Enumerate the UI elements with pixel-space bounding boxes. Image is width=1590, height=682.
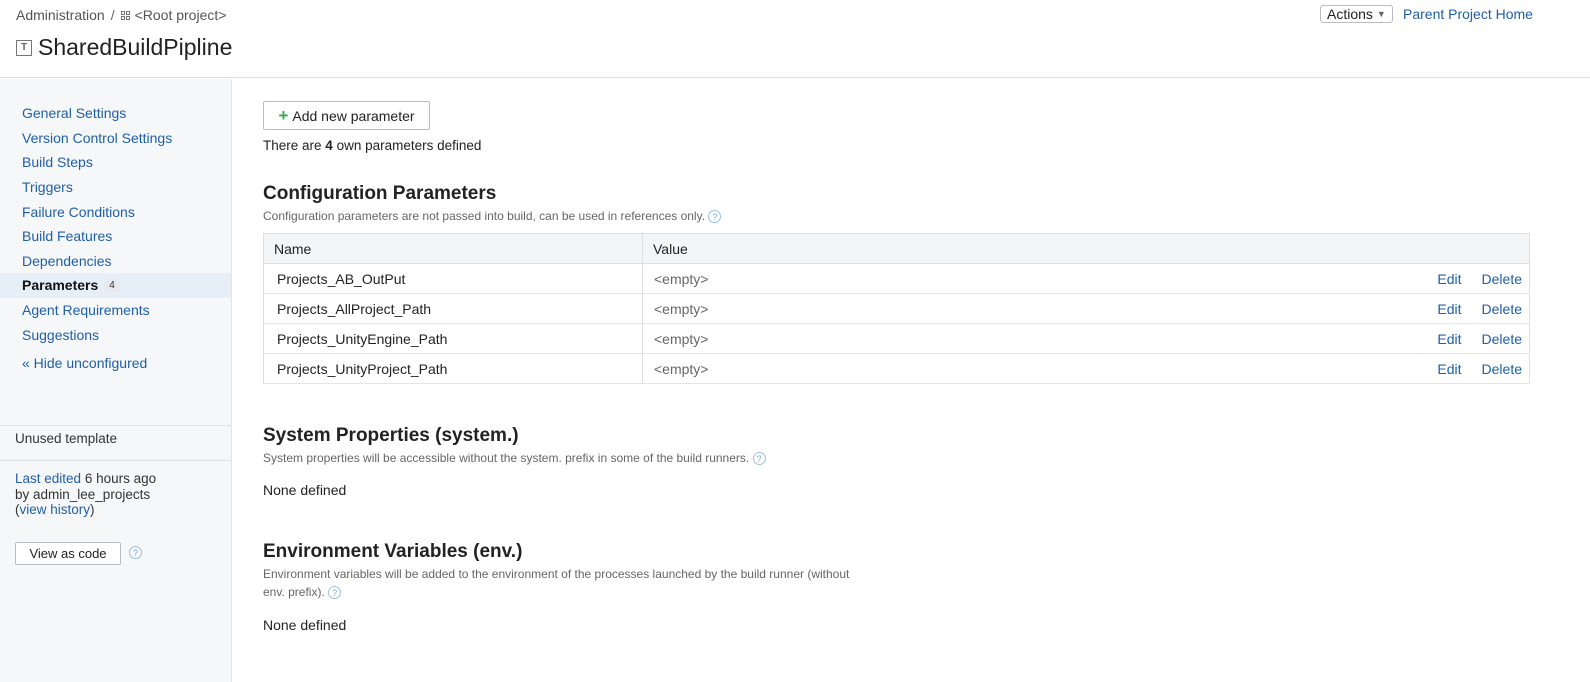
table-row: Projects_UnityEngine_Path <empty> Edit De… <box>263 323 1530 354</box>
system-properties-empty: None defined <box>263 482 347 498</box>
sidebar-item-label: General Settings <box>22 105 127 122</box>
description-text: Environment variables will be added to t… <box>263 567 850 581</box>
sidebar-item-dependencies[interactable]: Dependencies <box>0 249 231 274</box>
hide-unconfigured-link[interactable]: « Hide unconfigured <box>22 355 147 371</box>
table-row: Projects_UnityProject_Path <empty> Edit D… <box>263 353 1530 384</box>
view-history-link[interactable]: view history <box>20 502 91 517</box>
sidebar-divider <box>0 425 231 426</box>
sidebar-item-failure-conditions[interactable]: Failure Conditions <box>0 199 231 224</box>
sidebar-item-label: Build Steps <box>22 154 93 171</box>
last-edited-info: Last edited 6 hours ago by admin_lee_pro… <box>15 471 157 517</box>
table-row: Projects_AllProject_Path <empty> Edit Del… <box>263 293 1530 324</box>
help-icon[interactable]: ? <box>328 586 342 600</box>
column-header-value: Value <box>642 233 1530 264</box>
parameters-panel: + Add new parameter There are 4 own para… <box>263 79 1553 682</box>
environment-variables-heading: Environment Variables (env.) <box>263 541 523 562</box>
parameter-count-text: There are 4 own parameters defined <box>263 138 481 153</box>
configuration-parameters-table: Name Value Projects_AB_OutPut <empty> Ed… <box>263 233 1530 384</box>
sidebar-item-label: Agent Requirements <box>22 302 150 319</box>
project-grid-icon <box>120 10 130 20</box>
column-header-name: Name <box>263 233 643 264</box>
help-icon[interactable]: ? <box>708 210 722 224</box>
parameter-name[interactable]: Projects_UnityProject_Path <box>263 353 643 384</box>
breadcrumb-separator: / <box>110 7 115 23</box>
sidebar-item-build-features[interactable]: Build Features <box>0 224 231 249</box>
sidebar-item-suggestions[interactable]: Suggestions <box>0 322 231 347</box>
parameter-name[interactable]: Projects_AllProject_Path <box>263 293 643 324</box>
sidebar-item-label: Version Control Settings <box>22 129 173 146</box>
title-row: T SharedBuildPipline <box>16 34 232 61</box>
delete-link[interactable]: Delete <box>1482 271 1522 287</box>
row-actions: Edit Delete <box>1379 293 1530 324</box>
parameter-value: <empty> <box>642 293 1380 324</box>
count-suffix: own parameters defined <box>336 138 482 153</box>
parameter-name[interactable]: Projects_AB_OutPut <box>263 263 643 294</box>
system-properties-description: System properties will be accessible wit… <box>263 449 766 467</box>
page-title: SharedBuildPipline <box>38 34 233 60</box>
description-text: env. prefix). <box>263 585 325 599</box>
sidebar-item-label: Suggestions <box>22 326 100 343</box>
last-edited-link[interactable]: Last edited <box>15 471 81 486</box>
help-icon[interactable]: ? <box>129 546 142 559</box>
sidebar-item-triggers[interactable]: Triggers <box>0 175 231 200</box>
system-properties-heading: System Properties (system.) <box>263 425 519 446</box>
edit-link[interactable]: Edit <box>1437 361 1461 377</box>
plus-icon: + <box>278 106 289 125</box>
parameter-value: <empty> <box>642 323 1380 354</box>
template-status: Unused template <box>15 431 118 446</box>
count-prefix: There are <box>263 138 322 153</box>
row-actions: Edit Delete <box>1379 263 1530 294</box>
breadcrumb: Administration / <Root project> <box>16 7 226 23</box>
row-actions: Edit Delete <box>1379 353 1530 384</box>
sidebar-item-label: Triggers <box>22 179 73 196</box>
add-new-parameter-button[interactable]: + Add new parameter <box>263 101 430 130</box>
table-row: Projects_AB_OutPut <empty> Edit Delete <box>263 263 1530 294</box>
sidebar-item-parameters[interactable]: Parameters 4 <box>0 273 231 298</box>
sidebar-item-general-settings[interactable]: General Settings <box>0 101 231 126</box>
breadcrumb-administration[interactable]: Administration <box>16 7 105 23</box>
table-header-row: Name Value <box>263 233 1530 264</box>
page-header: Administration / <Root project> T Shared… <box>0 0 1590 78</box>
environment-variables-empty: None defined <box>263 617 347 633</box>
environment-variables-description: Environment variables will be added to t… <box>263 565 849 601</box>
settings-sidebar: General Settings Version Control Setting… <box>0 79 232 682</box>
configuration-parameters-heading: Configuration Parameters <box>263 183 497 204</box>
breadcrumb-root-project[interactable]: <Root project> <box>135 7 227 23</box>
last-edited-time: 6 hours ago <box>84 471 157 486</box>
sidebar-item-label: Failure Conditions <box>22 203 135 220</box>
edit-link[interactable]: Edit <box>1437 271 1461 287</box>
configuration-parameters-description: Configuration parameters are not passed … <box>263 207 722 225</box>
edited-by: by admin_lee_projects <box>15 486 151 502</box>
edit-link[interactable]: Edit <box>1437 301 1461 317</box>
delete-link[interactable]: Delete <box>1482 301 1522 317</box>
sidebar-nav: General Settings Version Control Setting… <box>0 101 231 347</box>
edit-link[interactable]: Edit <box>1437 331 1461 347</box>
sidebar-item-version-control-settings[interactable]: Version Control Settings <box>0 126 231 151</box>
parameter-value: <empty> <box>642 353 1380 384</box>
sidebar-item-build-steps[interactable]: Build Steps <box>0 150 231 175</box>
sidebar-item-label: Dependencies <box>22 252 112 269</box>
parameter-name[interactable]: Projects_UnityEngine_Path <box>263 323 643 354</box>
delete-link[interactable]: Delete <box>1482 331 1522 347</box>
caret-down-icon: ▼ <box>1376 9 1386 19</box>
view-as-code-button[interactable]: View as code <box>15 542 121 565</box>
sidebar-item-label: Build Features <box>22 228 113 245</box>
description-text: Configuration parameters are not passed … <box>263 209 706 223</box>
parameters-count-badge: 4 <box>104 278 120 292</box>
actions-button[interactable]: Actions ▼ <box>1320 5 1393 23</box>
actions-label: Actions <box>1327 6 1373 22</box>
parent-project-home-link[interactable]: Parent Project Home <box>1403 6 1533 22</box>
sidebar-item-agent-requirements[interactable]: Agent Requirements <box>0 298 231 323</box>
sidebar-divider <box>0 460 231 461</box>
add-parameter-label: Add new parameter <box>292 107 415 124</box>
delete-link[interactable]: Delete <box>1482 361 1522 377</box>
help-icon[interactable]: ? <box>752 452 766 466</box>
row-actions: Edit Delete <box>1379 323 1530 354</box>
parameter-value: <empty> <box>642 263 1380 294</box>
sidebar-item-label: Parameters <box>22 277 99 294</box>
description-text: System properties will be accessible wit… <box>263 451 750 465</box>
parameter-count: 4 <box>325 138 333 153</box>
template-icon: T <box>16 39 32 56</box>
